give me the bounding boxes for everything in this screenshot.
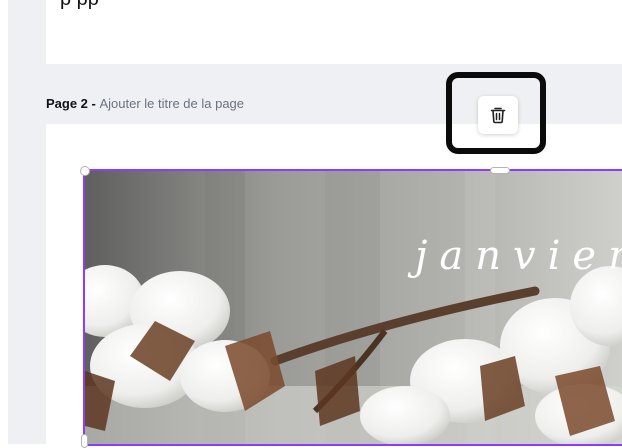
page-2-number-label: Page 2 -	[46, 96, 100, 111]
selected-image-element[interactable]: janvier	[83, 169, 622, 446]
resize-handle-top-left[interactable]	[80, 166, 90, 176]
resize-handle-top[interactable]	[490, 167, 510, 174]
resize-handle-left[interactable]	[81, 434, 88, 448]
image-overlay-text: janvier	[415, 233, 622, 279]
cotton-photo	[85, 171, 622, 444]
trash-icon	[490, 107, 506, 124]
page-2-header: Page 2 - Ajouter le titre de la page	[46, 96, 244, 111]
page-title-input[interactable]: Ajouter le titre de la page	[99, 96, 244, 111]
page-1-text[interactable]: p pp	[60, 0, 99, 11]
page-1[interactable]: p pp	[46, 0, 622, 64]
delete-page-button[interactable]	[478, 96, 518, 134]
editor-workspace: p pp Page 2 - Ajouter le titre de la pag…	[0, 0, 622, 448]
